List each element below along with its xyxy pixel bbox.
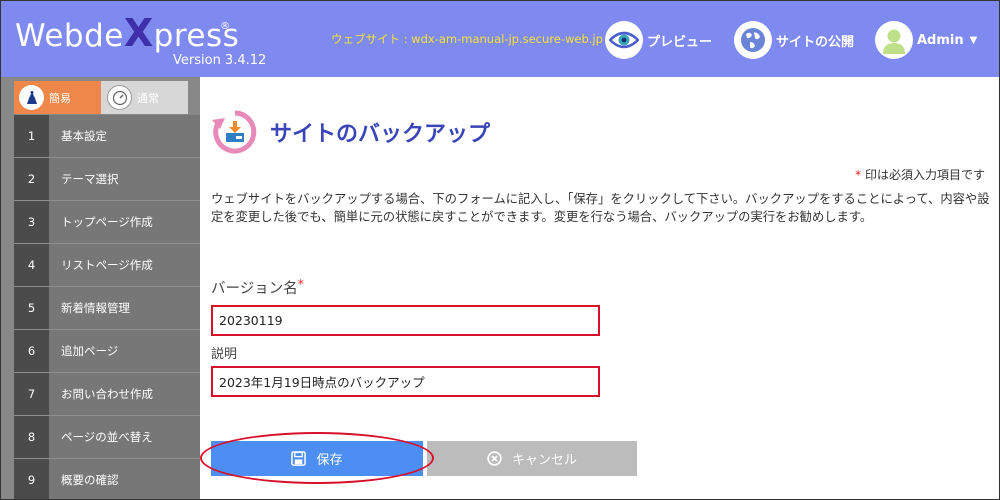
sidebar-item-label: 新着情報管理 xyxy=(61,301,130,315)
easy-mode-icon xyxy=(19,85,44,110)
sidebar: 簡易 通常 1 基本設定 2 テーマ選択 3 トップページ作成 4 リストページ… xyxy=(1,77,200,499)
required-note: * 印は必須入力項目です xyxy=(855,166,985,183)
sidebar-item-label: 基本設定 xyxy=(61,129,107,143)
sidebar-item-news[interactable]: 5 新着情報管理 xyxy=(14,287,200,330)
sidebar-item-label: テーマ選択 xyxy=(61,172,119,186)
cancel-button-label: キャンセル xyxy=(511,453,577,468)
page-description: ウェブサイトをバックアップする場合、下のフォームに記入し、「保存」をクリックして… xyxy=(211,192,990,224)
preview-label: プレビュー xyxy=(647,34,713,50)
sidebar-item-label: ページの並べ替え xyxy=(61,430,153,444)
sidebar-item-basic-settings[interactable]: 1 基本設定 xyxy=(14,115,200,158)
step-number: 4 xyxy=(14,244,49,286)
sidebar-nav: 1 基本設定 2 テーマ選択 3 トップページ作成 4 リストページ作成 5 新… xyxy=(14,115,200,499)
user-avatar-icon xyxy=(875,21,913,59)
required-star: * xyxy=(297,277,304,291)
admin-label: Admin xyxy=(917,32,964,48)
site-url[interactable]: ウェブサイト : wdx-am-manual-jp.secure-web.jp xyxy=(331,31,603,47)
publish-label: サイトの公開 xyxy=(776,34,855,50)
step-number: 8 xyxy=(14,416,49,458)
logo-text-1: Webde xyxy=(15,18,124,54)
page-header: サイトのバックアップ xyxy=(210,107,490,157)
logo-registered-mark: ® xyxy=(220,21,231,32)
globe-icon xyxy=(734,21,772,59)
step-number: 2 xyxy=(14,158,49,200)
sidebar-item-theme[interactable]: 2 テーマ選択 xyxy=(14,158,200,201)
sidebar-item-label: 概要の確認 xyxy=(61,473,119,487)
admin-menu-button[interactable]: Admin ▼ xyxy=(875,21,977,59)
floppy-disk-icon xyxy=(291,451,307,466)
sidebar-item-overview[interactable]: 9 概要の確認 xyxy=(14,459,200,499)
sidebar-item-page-order[interactable]: 8 ページの並べ替え xyxy=(14,416,200,459)
sidebar-item-list-page[interactable]: 4 リストページ作成 xyxy=(14,244,200,287)
mode-switcher: 簡易 通常 xyxy=(14,81,188,114)
page-title: サイトのバックアップ xyxy=(270,122,491,147)
sidebar-item-additional-page[interactable]: 6 追加ページ xyxy=(14,330,200,373)
backup-icon xyxy=(212,110,257,154)
sidebar-item-label: お問い合わせ作成 xyxy=(61,387,153,401)
mode-easy-label: 簡易 xyxy=(49,91,71,105)
sidebar-item-label: リストページ作成 xyxy=(61,258,153,272)
step-number: 7 xyxy=(14,373,49,415)
publish-button[interactable]: サイトの公開 xyxy=(734,21,854,59)
version-name-label-text: バージョン名 xyxy=(211,281,298,297)
sidebar-item-label: トップページ作成 xyxy=(61,215,153,229)
save-button[interactable]: 保存 xyxy=(211,441,423,476)
logo-text-x: X xyxy=(123,11,154,55)
chevron-down-icon: ▼ xyxy=(969,34,978,46)
app-version: Version 3.4.12 xyxy=(173,53,267,68)
mode-normal-tab[interactable]: 通常 xyxy=(101,81,188,114)
app-window: WebdeXpress ® Version 3.4.12 ウェブサイト : wd… xyxy=(0,0,1000,500)
version-name-input[interactable]: 20230119 xyxy=(211,305,600,336)
step-number: 6 xyxy=(14,330,49,372)
step-number: 1 xyxy=(14,115,49,157)
gauge-icon xyxy=(107,85,132,110)
preview-button[interactable]: プレビュー xyxy=(605,21,712,59)
app-logo: WebdeXpress ® xyxy=(15,14,239,54)
step-number: 9 xyxy=(14,459,49,499)
save-button-label: 保存 xyxy=(316,453,343,468)
top-header: WebdeXpress ® Version 3.4.12 ウェブサイト : wd… xyxy=(1,1,999,77)
sidebar-item-top-page[interactable]: 3 トップページ作成 xyxy=(14,201,200,244)
main-content: サイトのバックアップ * 印は必須入力項目です ウェブサイトをバックアップする場… xyxy=(200,77,999,499)
sidebar-item-label: 追加ページ xyxy=(61,344,119,358)
step-number: 3 xyxy=(14,201,49,243)
mode-easy-tab[interactable]: 簡易 xyxy=(14,81,101,114)
version-name-label: バージョン名* xyxy=(211,277,304,298)
required-note-text: 印は必須入力項目です xyxy=(861,168,985,182)
sidebar-item-contact[interactable]: 7 お問い合わせ作成 xyxy=(14,373,200,416)
mode-normal-label: 通常 xyxy=(137,91,159,105)
cancel-circle-icon xyxy=(487,451,502,466)
cancel-button[interactable]: キャンセル xyxy=(427,441,637,476)
eye-icon xyxy=(605,21,643,59)
description-input[interactable]: 2023年1月19日時点のバックアップ xyxy=(211,366,600,397)
step-number: 5 xyxy=(14,287,49,329)
description-label: 説明 xyxy=(211,347,238,362)
